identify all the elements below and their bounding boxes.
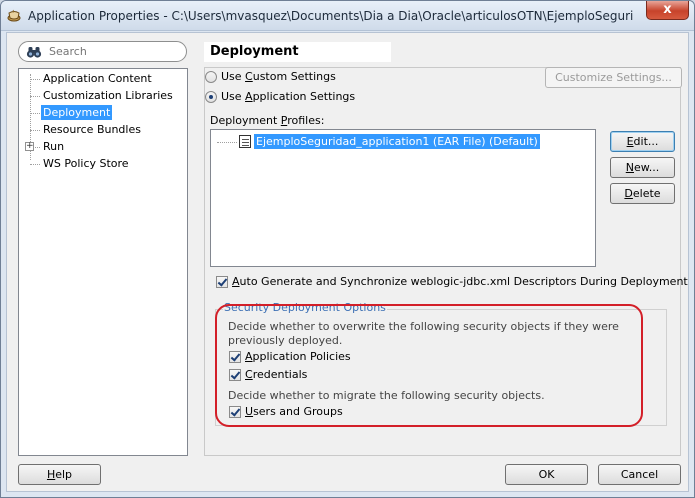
- help-button[interactable]: Help: [18, 464, 101, 485]
- nav-item-label: Customization Libraries: [43, 89, 173, 102]
- auto-generate-label[interactable]: Auto Generate and Synchronize weblogic-j…: [232, 275, 688, 288]
- binoculars-icon: [26, 47, 42, 58]
- customize-settings-button[interactable]: Customize Settings...: [545, 67, 682, 88]
- tree-connector: [30, 113, 40, 114]
- delete-button[interactable]: Delete: [610, 183, 675, 204]
- navigation-tree: Application Content Customization Librar…: [18, 68, 188, 456]
- overwrite-description: Decide whether to overwrite the followin…: [228, 320, 619, 347]
- tree-connector: [35, 147, 40, 148]
- tree-connector: [30, 79, 40, 80]
- page-title: Deployment: [204, 42, 391, 62]
- cancel-button[interactable]: Cancel: [598, 464, 681, 485]
- use-custom-settings-radio[interactable]: [205, 71, 217, 83]
- nav-item-label: WS Policy Store: [43, 157, 129, 170]
- use-custom-settings-label[interactable]: Use Custom Settings: [221, 70, 336, 83]
- users-and-groups-checkbox[interactable]: [229, 406, 241, 418]
- migrate-description: Decide whether to migrate the following …: [228, 389, 545, 402]
- deployment-profiles-label: Deployment Profiles:: [210, 114, 325, 127]
- security-options-legend: Security Deployment Options: [223, 301, 387, 314]
- application-policies-label[interactable]: Application Policies: [245, 350, 351, 363]
- credentials-checkbox[interactable]: [229, 369, 241, 381]
- auto-generate-checkbox[interactable]: [216, 276, 228, 288]
- window-title: Application Properties - C:\Users\mvasqu…: [28, 9, 633, 23]
- credentials-label[interactable]: Credentials: [245, 368, 307, 381]
- use-application-settings-radio[interactable]: [205, 91, 217, 103]
- nav-item-label: Resource Bundles: [43, 123, 141, 136]
- dialog-body: Application Content Customization Librar…: [6, 32, 689, 492]
- close-button[interactable]: x: [646, 1, 689, 20]
- tree-connector: [30, 130, 40, 131]
- edit-button[interactable]: Edit...: [610, 131, 675, 152]
- tree-connector: [30, 96, 40, 97]
- application-properties-window: Application Properties - C:\Users\mvasqu…: [0, 0, 695, 498]
- profile-label: EjemploSeguridad_application1 (EAR File)…: [254, 134, 540, 149]
- nav-item-label: Run: [43, 140, 65, 153]
- nav-item-label: Application Content: [43, 72, 152, 85]
- search-box[interactable]: [18, 41, 187, 62]
- use-application-settings-label[interactable]: Use Application Settings: [221, 90, 355, 103]
- ok-button[interactable]: OK: [505, 464, 588, 485]
- title-bar[interactable]: Application Properties - C:\Users\mvasqu…: [1, 1, 694, 31]
- users-and-groups-label[interactable]: Users and Groups: [245, 405, 343, 418]
- expand-plus-icon[interactable]: +: [25, 142, 34, 151]
- new-button[interactable]: New...: [610, 157, 675, 178]
- application-policies-checkbox[interactable]: [229, 351, 241, 363]
- tree-connector: [217, 142, 237, 143]
- deployment-profiles-list[interactable]: EjemploSeguridad_application1 (EAR File)…: [210, 129, 596, 267]
- tree-connector: [30, 164, 40, 165]
- coffee-cup-icon: [7, 9, 21, 22]
- search-input[interactable]: [49, 44, 179, 59]
- document-icon: [239, 135, 251, 148]
- nav-item-label: Deployment: [41, 105, 113, 120]
